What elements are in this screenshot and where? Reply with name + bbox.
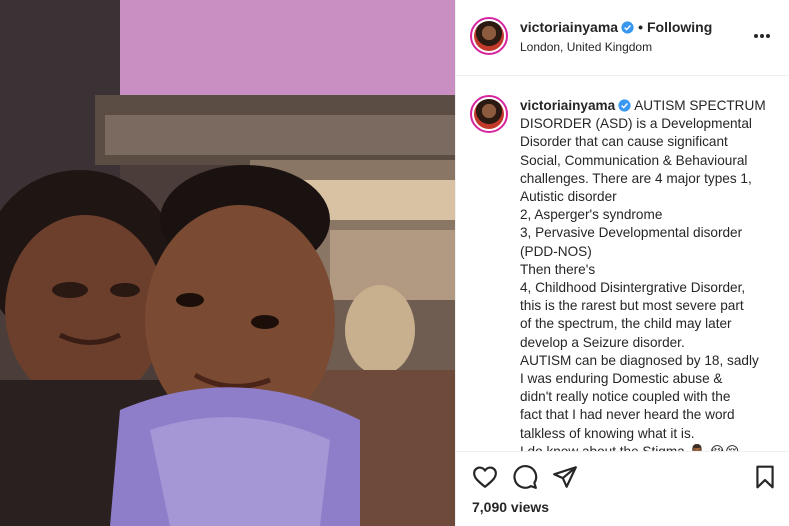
video-frame bbox=[0, 0, 455, 526]
caption-avatar[interactable] bbox=[470, 95, 508, 133]
comment-button[interactable] bbox=[512, 464, 538, 490]
caption-line: I do know about the Stigma 🤦🏾‍♂️ 😭😔 bbox=[520, 443, 773, 451]
paper-plane-icon bbox=[553, 466, 577, 488]
bookmark-icon bbox=[756, 465, 774, 489]
heart-icon bbox=[473, 466, 497, 488]
avatar[interactable] bbox=[470, 17, 508, 55]
comment-bubble-icon bbox=[513, 465, 538, 489]
header-user-line: victoriainyama • Following bbox=[520, 19, 712, 35]
post-header: victoriainyama • Following London, United … bbox=[456, 0, 789, 76]
verified-badge-icon bbox=[621, 21, 634, 34]
caption-line: AUTISM SPECTRUM bbox=[634, 98, 766, 113]
caption-line: 4, Childhood Disintergrative Disorder, bbox=[520, 280, 746, 296]
following-button[interactable]: Following bbox=[647, 19, 712, 35]
caption-line: challenges. There are 4 major types 1, bbox=[520, 170, 752, 186]
post-video[interactable] bbox=[0, 0, 455, 526]
caption-line: Social, Communication & Behavioural bbox=[520, 152, 748, 168]
caption-line: 3, Pervasive Developmental disorder bbox=[520, 225, 743, 241]
location-link[interactable]: London, United Kingdom bbox=[520, 40, 652, 54]
caption-line: talkless of knowing what it is. bbox=[520, 425, 695, 441]
caption-username[interactable]: victoriainyama bbox=[520, 98, 615, 113]
instagram-post: victoriainyama • Following London, United … bbox=[0, 0, 789, 526]
caption-line: I was enduring Domestic abuse & bbox=[520, 371, 723, 387]
caption-line: DISORDER (ASD) is a Developmental bbox=[520, 116, 752, 132]
post-sidebar: victoriainyama • Following London, United … bbox=[455, 0, 789, 526]
caption-line: Disorder that can cause significant bbox=[520, 134, 728, 150]
view-count[interactable]: 7,090 views bbox=[472, 499, 549, 515]
caption-line: AUTISM can be diagnosed by 18, sadly bbox=[520, 352, 759, 368]
save-button[interactable] bbox=[752, 464, 778, 490]
share-button[interactable] bbox=[552, 464, 578, 490]
caption-line: (PDD-NOS) bbox=[520, 243, 592, 259]
separator-dot: • bbox=[638, 19, 643, 35]
post-caption: victoriainyama AUTISM SPECTRUM DISORDER … bbox=[456, 77, 789, 451]
verified-badge-icon bbox=[618, 99, 631, 112]
caption-text: victoriainyama AUTISM SPECTRUM DISORDER … bbox=[520, 97, 773, 451]
like-button[interactable] bbox=[472, 464, 498, 490]
caption-line: develop a Seizure disorder. bbox=[520, 334, 685, 350]
caption-line: Autistic disorder bbox=[520, 189, 617, 205]
post-actions: 7,090 views bbox=[456, 451, 789, 526]
caption-line: didn't really notice coupled with the bbox=[520, 389, 731, 405]
username-link[interactable]: victoriainyama bbox=[520, 19, 618, 35]
caption-line: fact that I had never heard the word bbox=[520, 407, 735, 423]
ellipsis-icon bbox=[754, 34, 770, 38]
caption-line: 2, Asperger's syndrome bbox=[520, 207, 663, 223]
more-options-icon[interactable] bbox=[753, 26, 771, 40]
caption-line: this is the rarest but most severe part bbox=[520, 298, 744, 314]
caption-line: Then there's bbox=[520, 261, 596, 277]
caption-line: of the spectrum, the child may later bbox=[520, 316, 732, 332]
